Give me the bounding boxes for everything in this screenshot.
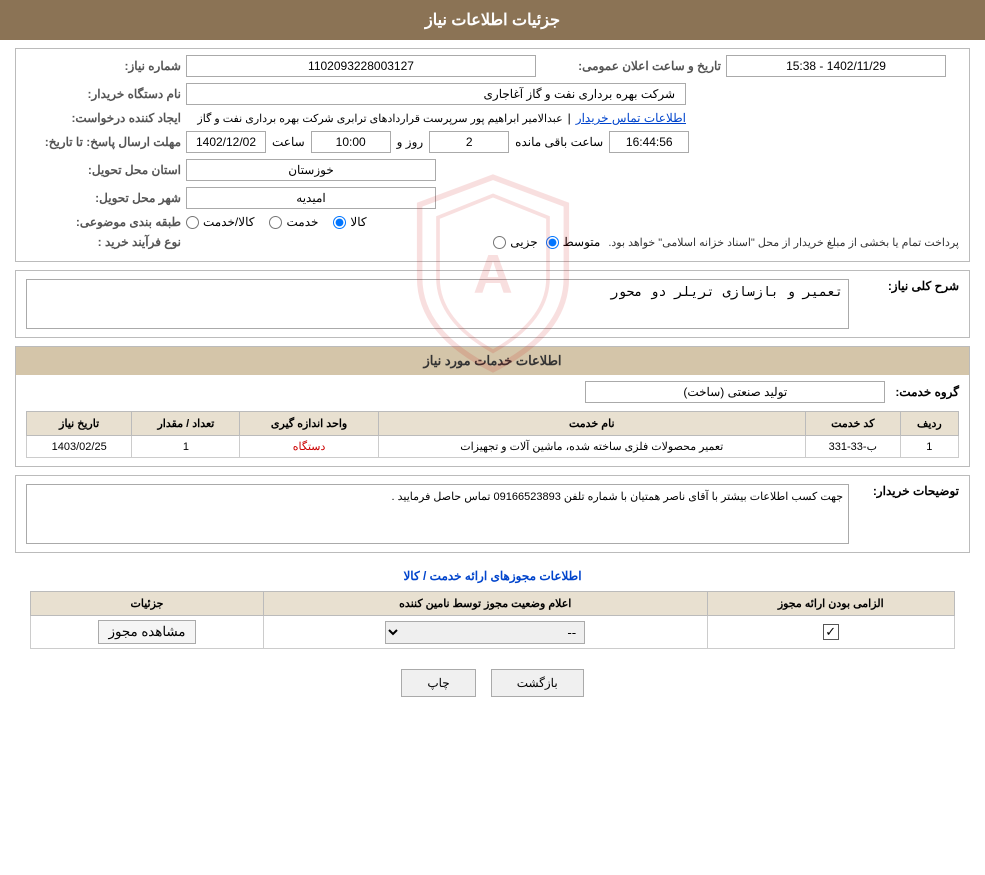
buyer-name-value: شرکت بهره برداری نفت و گاز آغاجاری xyxy=(186,83,686,105)
city-label: شهر محل تحویل: xyxy=(26,191,186,205)
license-status-cell[interactable]: -- xyxy=(263,616,707,649)
purchase-type-intermediate[interactable]: متوسط xyxy=(546,235,601,249)
col-unit: واحد اندازه گیری xyxy=(240,412,378,436)
license-col-status: اعلام وضعیت مجوز توسط نامین کننده xyxy=(263,592,707,616)
response-days-label: روز و xyxy=(397,135,424,149)
print-button[interactable]: چاپ xyxy=(401,669,475,697)
table-row: 1 ب-33-331 تعمیر محصولات فلزی ساخته شده،… xyxy=(27,436,959,458)
province-label: استان محل تحویل: xyxy=(26,163,186,177)
cell-date: 1403/02/25 xyxy=(27,436,132,458)
category-kala-khedmat-option[interactable]: کالا/خدمت xyxy=(186,215,254,229)
col-date: تاریخ نیاز xyxy=(27,412,132,436)
services-section-header: اطلاعات خدمات مورد نیاز xyxy=(16,347,969,375)
cell-code: ب-33-331 xyxy=(805,436,900,458)
license-details-cell[interactable]: مشاهده مجوز xyxy=(31,616,264,649)
buyer-notes-value: جهت کسب اطلاعات بیشتر با آقای ناصر همتیا… xyxy=(26,484,849,544)
purchase-type-label: نوع فرآیند خرید : xyxy=(26,235,186,249)
service-group-value: تولید صنعتی (ساخت) xyxy=(585,381,885,403)
services-table: ردیف کد خدمت نام خدمت واحد اندازه گیری ت… xyxy=(26,411,959,458)
cell-unit[interactable]: دستگاه xyxy=(240,436,378,458)
creator-label: ایجاد کننده درخواست: xyxy=(26,111,186,125)
cell-row: 1 xyxy=(900,436,958,458)
col-row: ردیف xyxy=(900,412,958,436)
need-description-textarea[interactable] xyxy=(26,279,849,329)
license-table-row: ✓ -- مشاهده مجوز xyxy=(31,616,955,649)
col-qty: تعداد / مقدار xyxy=(132,412,240,436)
license-col-details: جزئیات xyxy=(31,592,264,616)
response-deadline-label: مهلت ارسال پاسخ: تا تاریخ: xyxy=(26,135,186,149)
announcement-date-label: تاریخ و ساعت اعلان عمومی: xyxy=(566,59,726,73)
purchase-type-note: پرداخت تمام یا بخشی از مبلغ خریدار از مح… xyxy=(608,236,959,249)
city-value: امیدیه xyxy=(186,187,436,209)
creator-contact-link[interactable]: اطلاعات تماس خریدار xyxy=(576,111,686,125)
license-section-header[interactable]: اطلاعات مجوزهای ارائه خدمت / کالا xyxy=(15,561,970,591)
col-code: کد خدمت xyxy=(805,412,900,436)
category-label: طبقه بندی موضوعی: xyxy=(26,215,186,229)
buyer-notes-label: توضیحات خریدار: xyxy=(859,484,959,498)
license-col-required: الزامی بودن ارائه مجوز xyxy=(707,592,955,616)
response-date-value: 1402/12/02 xyxy=(186,131,266,153)
category-khedmat-option[interactable]: خدمت xyxy=(269,215,318,229)
announcement-date-value: 1402/11/29 - 15:38 xyxy=(726,55,946,77)
need-description-label: شرح کلی نیاز: xyxy=(859,279,959,293)
response-time-label: ساعت xyxy=(272,135,305,149)
license-required-cell: ✓ xyxy=(707,616,955,649)
view-license-btn[interactable]: مشاهده مجوز xyxy=(98,620,197,644)
response-days-value: 2 xyxy=(429,131,509,153)
creator-value: عبدالامیر ابراهیم پور سرپرست قراردادهای … xyxy=(197,112,562,125)
response-remaining-value: 16:44:56 xyxy=(609,131,689,153)
service-group-label: گروه خدمت: xyxy=(895,385,959,399)
need-number-label: شماره نیاز: xyxy=(26,59,186,73)
page-title: جزئیات اطلاعات نیاز xyxy=(0,0,985,40)
buyer-name-label: نام دستگاه خریدار: xyxy=(26,87,186,101)
response-time-value: 10:00 xyxy=(311,131,391,153)
purchase-type-small[interactable]: جزیی xyxy=(493,235,537,249)
col-name: نام خدمت xyxy=(378,412,805,436)
category-kala-option[interactable]: کالا xyxy=(333,215,366,229)
need-number-value: 1102093228003127 xyxy=(186,55,536,77)
back-button[interactable]: بازگشت xyxy=(491,669,584,697)
cell-qty: 1 xyxy=(132,436,240,458)
province-value: خوزستان xyxy=(186,159,436,181)
license-table: الزامی بودن ارائه مجوز اعلام وضعیت مجوز … xyxy=(30,591,955,649)
cell-name: تعمیر محصولات فلزی ساخته شده، ماشین آلات… xyxy=(378,436,805,458)
response-remaining-label: ساعت باقی مانده xyxy=(515,135,603,149)
